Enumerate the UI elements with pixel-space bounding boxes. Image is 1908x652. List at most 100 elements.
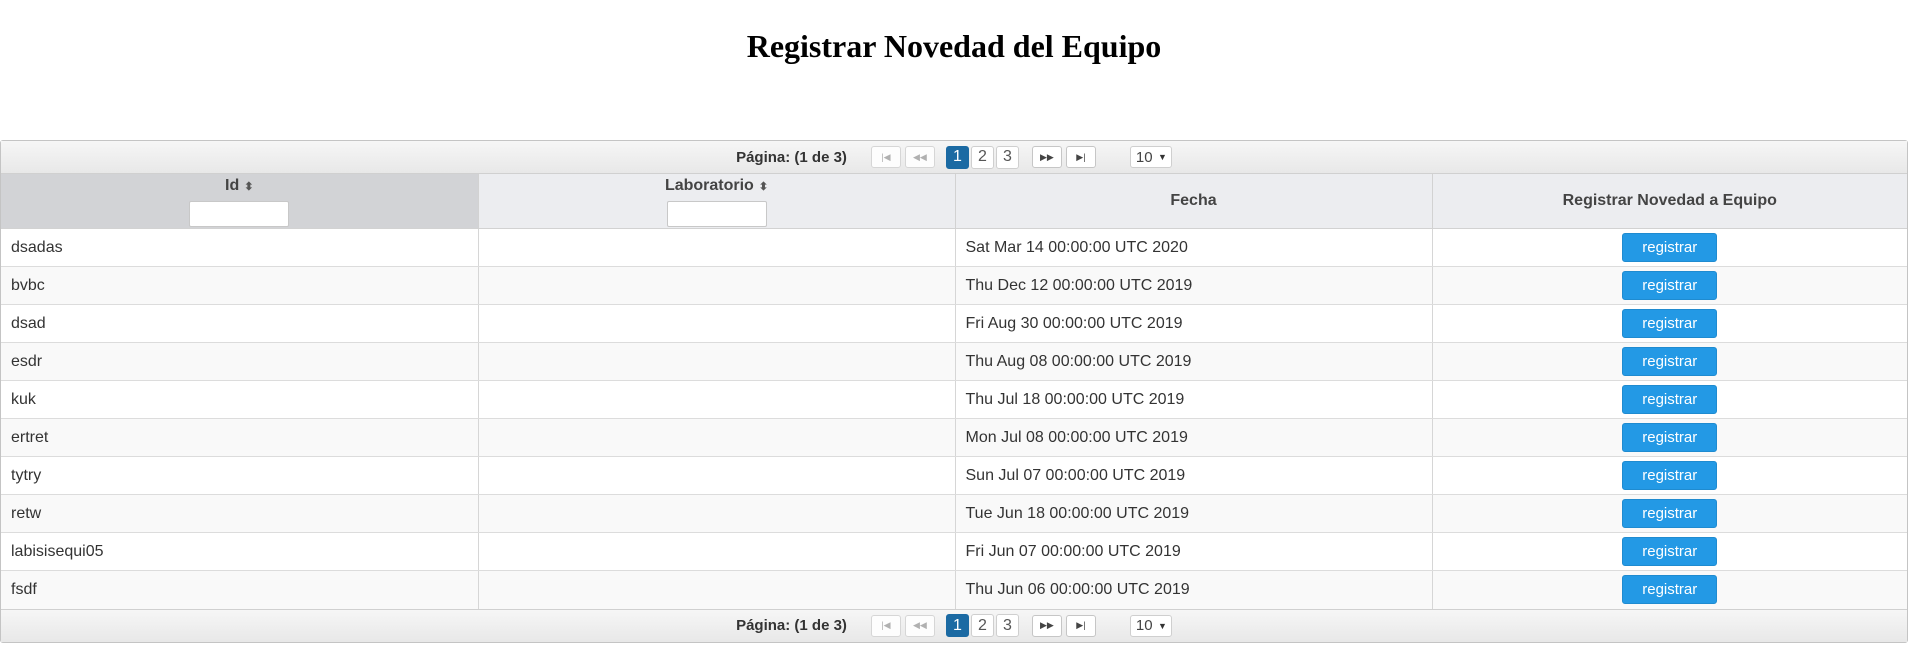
laboratorio-cell: [478, 456, 956, 495]
page-link-1[interactable]: 1: [945, 614, 969, 637]
column-header-id[interactable]: Id ⬍: [1, 174, 479, 229]
table-row[interactable]: esdr Thu Aug 08 00:00:00 UTC 2019 registra…: [1, 342, 1907, 381]
fecha-cell: Fri Jun 07 00:00:00 UTC 2019: [955, 532, 1433, 571]
page-title: Registrar Novedad del Equipo: [746, 28, 1162, 64]
action-cell: registrar: [1432, 342, 1907, 381]
page-link-3[interactable]: 3: [995, 145, 1019, 169]
first-page-icon[interactable]: |◀: [870, 146, 901, 168]
laboratorio-cell: [478, 570, 956, 609]
action-cell: registrar: [1432, 266, 1907, 305]
action-cell: registrar: [1432, 418, 1907, 457]
table-row[interactable]: bvbc Thu Dec 12 00:00:00 UTC 2019 registra…: [1, 266, 1907, 305]
table-row[interactable]: kuk Thu Jul 18 00:00:00 UTC 2019 registrar: [1, 380, 1907, 419]
id-cell: ertret: [1, 418, 479, 457]
id-cell: esdr: [1, 342, 479, 381]
laboratorio-filter-input[interactable]: [666, 201, 767, 227]
column-header-registrar: Registrar Novedad a Equipo: [1432, 174, 1907, 229]
registrar-button[interactable]: registrar: [1622, 309, 1718, 338]
sort-icon[interactable]: ⬍: [244, 181, 253, 193]
id-cell: dsadas: [1, 228, 479, 267]
previous-page-icon[interactable]: ◀◀: [904, 614, 935, 637]
registrar-button[interactable]: registrar: [1622, 347, 1718, 376]
laboratorio-cell: [478, 342, 956, 381]
registrar-button[interactable]: registrar: [1622, 271, 1718, 300]
fecha-cell: Fri Aug 30 00:00:00 UTC 2019: [955, 304, 1433, 343]
registrar-button[interactable]: registrar: [1622, 499, 1718, 528]
registrar-button[interactable]: registrar: [1622, 233, 1718, 262]
first-page-icon[interactable]: |◀: [870, 614, 901, 637]
page-link-2[interactable]: 2: [970, 614, 994, 637]
id-cell: fsdf: [1, 570, 479, 609]
laboratorio-cell: [478, 418, 956, 457]
page-link-2[interactable]: 2: [970, 145, 994, 169]
last-page-icon[interactable]: ▶|: [1065, 146, 1096, 168]
registrar-button[interactable]: registrar: [1622, 575, 1718, 605]
fecha-cell: Thu Dec 12 00:00:00 UTC 2019: [955, 266, 1433, 305]
last-page-icon[interactable]: ▶|: [1065, 614, 1096, 637]
laboratorio-cell: [478, 494, 956, 533]
table-row[interactable]: dsadas Sat Mar 14 00:00:00 UTC 2020 regist…: [1, 228, 1907, 267]
page-link-3[interactable]: 3: [995, 614, 1019, 637]
paginator-bottom: Página: (1 de 3) |◀ ◀◀ 1 2 3 ▶▶ ▶| 10 ▼: [1, 608, 1907, 642]
action-cell: registrar: [1432, 494, 1907, 533]
rows-per-page-select[interactable]: 10 ▼: [1129, 614, 1172, 637]
rows-per-page-value: 10: [1135, 148, 1153, 166]
id-cell: tytry: [1, 456, 479, 495]
action-cell: registrar: [1432, 532, 1907, 571]
action-cell: registrar: [1432, 228, 1907, 267]
table-body: dsadas Sat Mar 14 00:00:00 UTC 2020 regist…: [1, 228, 1907, 609]
laboratorio-cell: [478, 228, 956, 267]
table-row[interactable]: ertret Mon Jul 08 00:00:00 UTC 2019 regist…: [1, 418, 1907, 457]
column-label-id: Id: [225, 177, 240, 194]
laboratorio-cell: [478, 532, 956, 571]
action-cell: registrar: [1432, 304, 1907, 343]
previous-page-icon[interactable]: ◀◀: [904, 146, 935, 168]
column-label-laboratorio: Laboratorio: [664, 177, 754, 194]
chevron-down-icon: ▼: [1158, 620, 1167, 631]
fecha-cell: Sat Mar 14 00:00:00 UTC 2020: [955, 228, 1433, 267]
table-row[interactable]: retw Tue Jun 18 00:00:00 UTC 2019 registra…: [1, 494, 1907, 533]
column-label-fecha: Fecha: [1170, 192, 1217, 209]
equipment-datatable: Página: (1 de 3) |◀ ◀◀ 1 2 3 ▶▶ ▶| 10 ▼ …: [0, 140, 1908, 643]
registrar-button[interactable]: registrar: [1622, 461, 1718, 490]
table-row[interactable]: labisisequi05 Fri Jun 07 00:00:00 UTC 201…: [1, 532, 1907, 571]
column-header-laboratorio[interactable]: Laboratorio ⬍: [478, 174, 956, 229]
fecha-cell: Mon Jul 08 00:00:00 UTC 2019: [955, 418, 1433, 457]
registrar-button[interactable]: registrar: [1622, 385, 1718, 414]
rows-per-page-select[interactable]: 10 ▼: [1129, 146, 1172, 168]
registrar-button[interactable]: registrar: [1622, 423, 1718, 452]
page-links: 1 2 3: [945, 145, 1020, 169]
laboratorio-cell: [478, 304, 956, 343]
table-row[interactable]: dsad Fri Aug 30 00:00:00 UTC 2019 registra…: [1, 304, 1907, 343]
column-label-registrar: Registrar Novedad a Equipo: [1562, 192, 1777, 209]
next-page-icon[interactable]: ▶▶: [1031, 146, 1062, 168]
page-report: Página: (1 de 3): [736, 148, 847, 166]
registrar-button[interactable]: registrar: [1622, 537, 1718, 566]
action-cell: registrar: [1432, 570, 1907, 609]
page-links: 1 2 3: [945, 614, 1020, 637]
laboratorio-cell: [478, 380, 956, 419]
fecha-cell: Thu Jul 18 00:00:00 UTC 2019: [955, 380, 1433, 419]
action-cell: registrar: [1432, 380, 1907, 419]
page-link-1[interactable]: 1: [945, 145, 969, 169]
sort-icon[interactable]: ⬍: [759, 181, 768, 193]
id-cell: kuk: [1, 380, 479, 419]
id-filter-input[interactable]: [189, 201, 290, 227]
fecha-cell: Sun Jul 07 00:00:00 UTC 2019: [955, 456, 1433, 495]
table-row[interactable]: fsdf Thu Jun 06 00:00:00 UTC 2019 registra…: [1, 570, 1907, 609]
table-row[interactable]: tytry Sun Jul 07 00:00:00 UTC 2019 registr…: [1, 456, 1907, 495]
column-header-fecha: Fecha: [955, 174, 1433, 229]
laboratorio-cell: [478, 266, 956, 305]
id-cell: retw: [1, 494, 479, 533]
next-page-icon[interactable]: ▶▶: [1031, 614, 1062, 637]
id-cell: dsad: [1, 304, 479, 343]
id-cell: bvbc: [1, 266, 479, 305]
chevron-down-icon: ▼: [1158, 152, 1167, 162]
id-cell: labisisequi05: [1, 532, 479, 571]
fecha-cell: Tue Jun 18 00:00:00 UTC 2019: [955, 494, 1433, 533]
paginator-top: Página: (1 de 3) |◀ ◀◀ 1 2 3 ▶▶ ▶| 10 ▼: [1, 141, 1907, 174]
rows-per-page-value: 10: [1135, 617, 1153, 634]
action-cell: registrar: [1432, 456, 1907, 495]
fecha-cell: Thu Jun 06 00:00:00 UTC 2019: [955, 570, 1433, 609]
data-table: Id ⬍ Laboratorio ⬍ Fecha Registrar Novedad…: [1, 174, 1907, 609]
